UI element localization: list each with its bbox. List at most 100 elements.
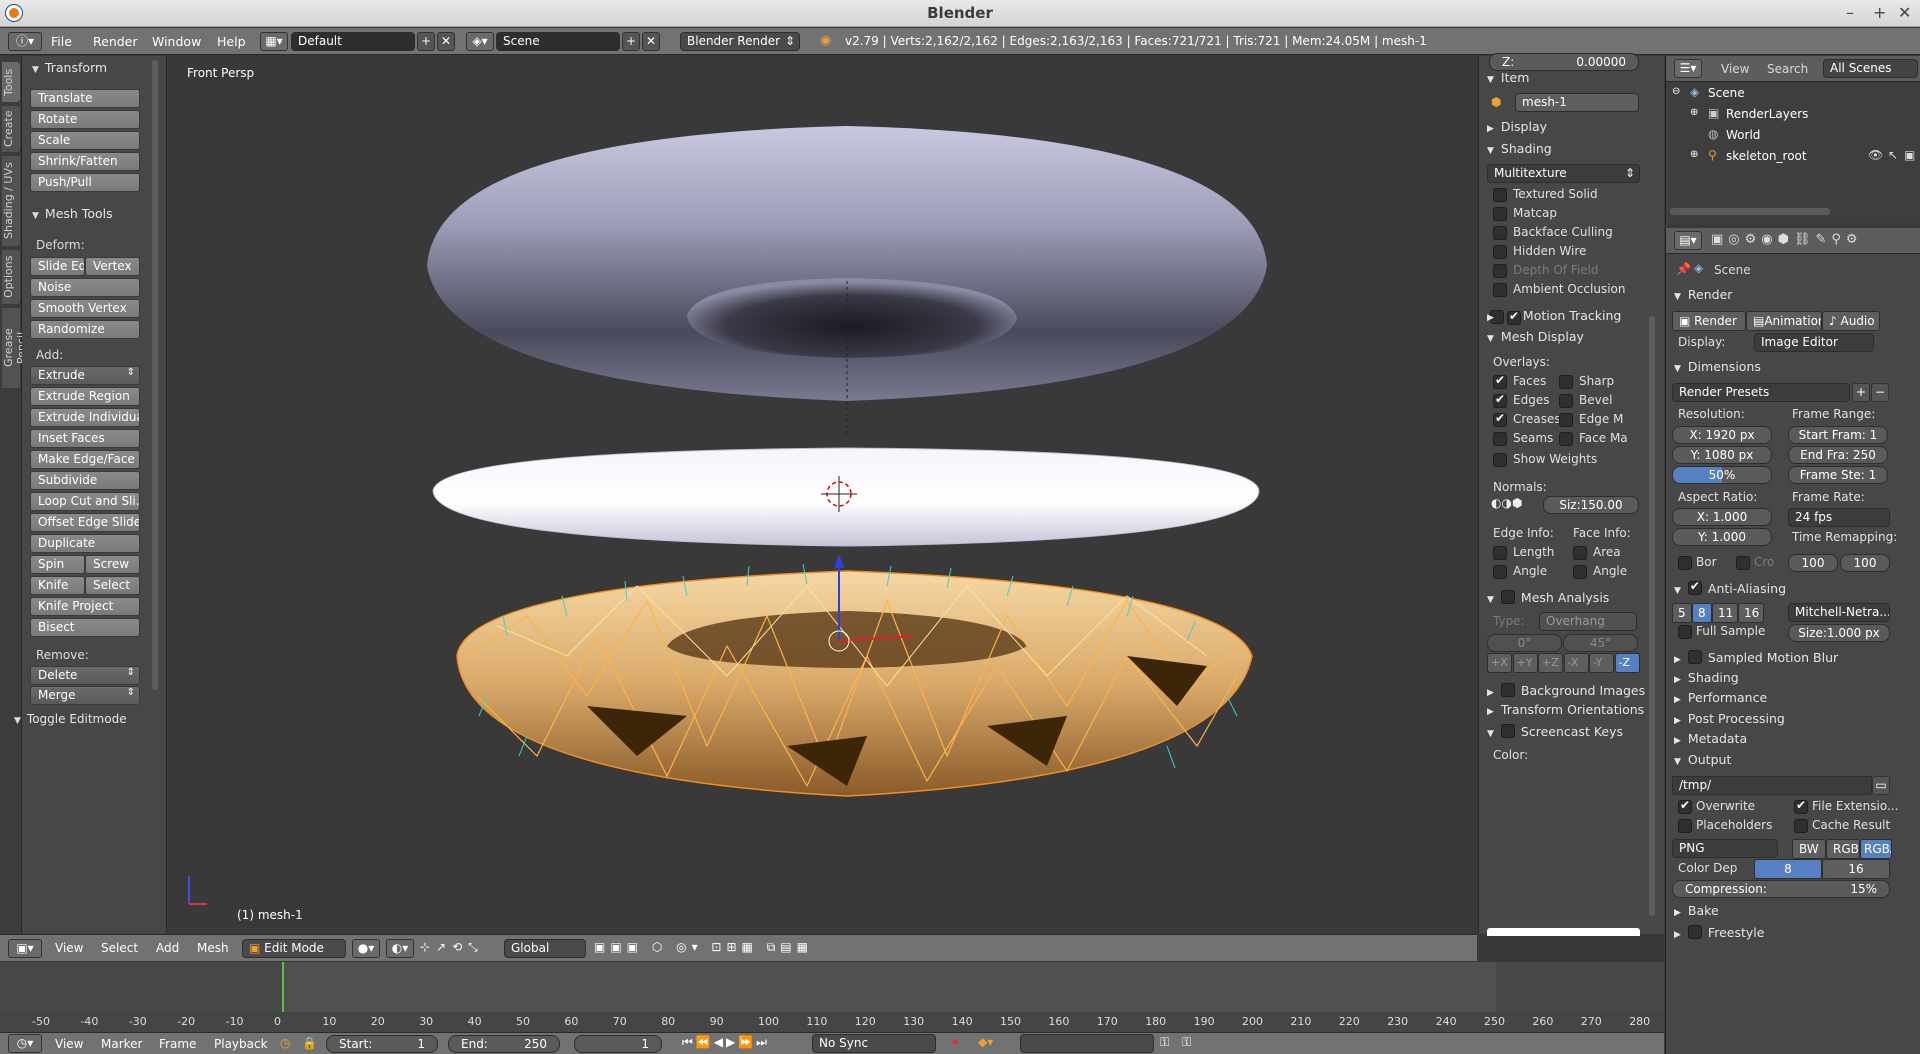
panel-shading-header[interactable]: Shading: [1487, 141, 1552, 156]
extrude-region-button[interactable]: Extrude Region: [30, 387, 140, 406]
shading-checkbox[interactable]: [1493, 264, 1507, 278]
timeline-ruler[interactable]: -50 -40 -30 -20 -10 0 10 20 30 40 50 60 70 80 90 100 110…: [0, 1012, 1664, 1032]
overlay-checkbox[interactable]: [1559, 432, 1573, 446]
render-button[interactable]: ▣ Render: [1672, 311, 1746, 331]
resolution-percentage-slider[interactable]: 50%: [1672, 466, 1772, 484]
panel-output-header[interactable]: Output: [1674, 752, 1731, 767]
timeline-menu-playback[interactable]: Playback: [214, 1037, 268, 1051]
panel-performance-header[interactable]: Performance: [1674, 690, 1767, 705]
panel-screencast-keys-header[interactable]: Screencast Keys: [1487, 722, 1623, 739]
toggle-editmode-header[interactable]: Toggle Editmode: [14, 712, 127, 726]
color-rgba-button[interactable]: RGBA: [1860, 839, 1892, 859]
panel-post-processing-header[interactable]: Post Processing: [1674, 711, 1785, 726]
normals-size-field[interactable]: Siz:150.00: [1543, 496, 1639, 514]
resolution-x-field[interactable]: X: 1920 px: [1672, 426, 1772, 444]
file-format-dropdown[interactable]: PNG: [1672, 839, 1778, 858]
panel-render-header[interactable]: Render: [1674, 287, 1733, 302]
aa-filter-dropdown[interactable]: Mitchell-Netra...: [1788, 603, 1890, 622]
end-frame-field[interactable]: End Fra: 250: [1788, 446, 1888, 464]
panel-dimensions-header[interactable]: Dimensions: [1674, 359, 1761, 374]
render-engine-dropdown[interactable]: Blender Render ⇕: [680, 32, 800, 51]
add-layout-icon[interactable]: +: [417, 32, 435, 51]
item-name-field[interactable]: mesh-1: [1515, 93, 1639, 112]
location-z-field[interactable]: Z: 0.00000: [1489, 53, 1639, 71]
manipulator-icons[interactable]: ⊹↗⟲⤡: [420, 940, 484, 955]
panel-mesh-tools-header[interactable]: Mesh Tools: [32, 206, 113, 221]
timeline-menu-view[interactable]: View: [55, 1037, 83, 1051]
shading-checkbox[interactable]: [1493, 245, 1507, 259]
border-checkbox[interactable]: [1678, 556, 1692, 570]
toolshelf-scrollbar[interactable]: [152, 60, 158, 690]
scene-icon[interactable]: ◈▾: [466, 32, 494, 51]
subdivide-button[interactable]: Subdivide: [30, 471, 140, 490]
analysis-axis-button[interactable]: -Y: [1589, 653, 1614, 673]
aa-size-field[interactable]: Size:1.000 px: [1788, 624, 1890, 642]
render-display-dropdown[interactable]: Image Editor: [1754, 333, 1874, 352]
randomize-button[interactable]: Randomize: [30, 320, 140, 339]
shading-checkbox[interactable]: [1493, 283, 1507, 297]
translate-button[interactable]: Translate: [30, 89, 140, 108]
aa-samples-5[interactable]: 5: [1672, 603, 1692, 623]
aspect-y-field[interactable]: Y: 1.000: [1672, 528, 1772, 546]
scene-field[interactable]: Scene: [496, 32, 620, 51]
color-depth-8-button[interactable]: 8: [1754, 859, 1822, 879]
preview-range-icon[interactable]: ◷: [280, 1036, 290, 1050]
analysis-axis-button[interactable]: +Y: [1512, 653, 1538, 673]
properties-editor-icon[interactable]: ▤▾: [1674, 231, 1702, 250]
shading-checkbox[interactable]: [1493, 188, 1507, 202]
menu-mesh[interactable]: Mesh: [197, 941, 229, 955]
overlay-checkbox[interactable]: [1493, 373, 1507, 389]
aspect-x-field[interactable]: X: 1.000: [1672, 508, 1772, 526]
frame-rate-dropdown[interactable]: 24 fps: [1788, 508, 1890, 527]
outliner-row-renderlayers[interactable]: RenderLayers: [1726, 107, 1808, 121]
analysis-type-dropdown[interactable]: Overhang: [1539, 612, 1637, 631]
shrink-fatten-button[interactable]: Shrink/Fatten: [30, 152, 140, 171]
menu-add[interactable]: Add: [156, 941, 179, 955]
analysis-angle-min[interactable]: 0°: [1487, 634, 1562, 652]
render-presets-dropdown[interactable]: Render Presets: [1672, 383, 1850, 402]
aa-samples-16[interactable]: 16: [1738, 603, 1764, 623]
3d-viewport[interactable]: Front Persp (1) mesh-1: [167, 56, 1477, 934]
timeline-menu-frame[interactable]: Frame: [159, 1037, 196, 1051]
duplicate-button[interactable]: Duplicate: [30, 534, 140, 553]
start-frame-field[interactable]: Start Fram: 1: [1788, 426, 1888, 444]
knife-project-button[interactable]: Knife Project: [30, 597, 140, 616]
anti-aliasing-checkbox[interactable]: [1687, 579, 1702, 595]
output-path-field[interactable]: /tmp/: [1672, 776, 1872, 795]
full-sample-checkbox[interactable]: [1678, 625, 1692, 639]
menu-file[interactable]: File: [51, 34, 72, 49]
npanel-scrollbar[interactable]: [1649, 316, 1655, 916]
noise-button[interactable]: Noise: [30, 278, 140, 297]
overlay-checkbox[interactable]: [1493, 411, 1507, 427]
insert-keyframe-icon[interactable]: ⚿: [1160, 1035, 1169, 1050]
show-weights-checkbox[interactable]: [1493, 453, 1507, 467]
panel-bake-header[interactable]: Bake: [1674, 903, 1719, 918]
keying-set-field[interactable]: [1020, 1034, 1154, 1053]
spin-button[interactable]: Spin: [30, 555, 85, 574]
timeline[interactable]: -50 -40 -30 -20 -10 0 10 20 30 40 50 60 70 80 90 100 110…: [0, 962, 1664, 1032]
bisect-button[interactable]: Bisect: [30, 618, 140, 637]
motion-blur-checkbox[interactable]: [1687, 650, 1702, 664]
audio-button[interactable]: ♪ Audio: [1822, 311, 1880, 331]
lock-icon[interactable]: 🔒: [302, 1036, 317, 1050]
transform-orientation-dropdown[interactable]: Global: [504, 939, 586, 958]
expand-icon[interactable]: ⊕: [1690, 107, 1698, 118]
remove-layout-icon[interactable]: ✕: [437, 32, 455, 51]
analysis-angle-max[interactable]: 45°: [1563, 634, 1638, 652]
rotate-button[interactable]: Rotate: [30, 110, 140, 129]
analysis-axis-button[interactable]: +Z: [1538, 653, 1563, 673]
freestyle-checkbox[interactable]: [1687, 925, 1702, 939]
add-scene-icon[interactable]: +: [622, 32, 640, 51]
tab-create[interactable]: Create: [2, 106, 20, 152]
remove-preset-icon[interactable]: −: [1871, 383, 1889, 402]
time-remap-old-field[interactable]: 100: [1788, 554, 1838, 572]
panel-metadata-header[interactable]: Metadata: [1674, 731, 1747, 746]
outliner-search-menu[interactable]: Search: [1767, 62, 1808, 76]
frame-step-field[interactable]: Frame Ste: 1: [1788, 466, 1888, 484]
pin-icon[interactable]: 📌: [1676, 262, 1691, 276]
maximize-icon[interactable]: +: [1873, 3, 1886, 22]
close-icon[interactable]: ✕: [1898, 3, 1911, 22]
menu-view[interactable]: View: [55, 941, 83, 955]
record-icon[interactable]: ⏺: [952, 1035, 958, 1050]
analysis-axis-button[interactable]: -Z: [1614, 653, 1640, 673]
